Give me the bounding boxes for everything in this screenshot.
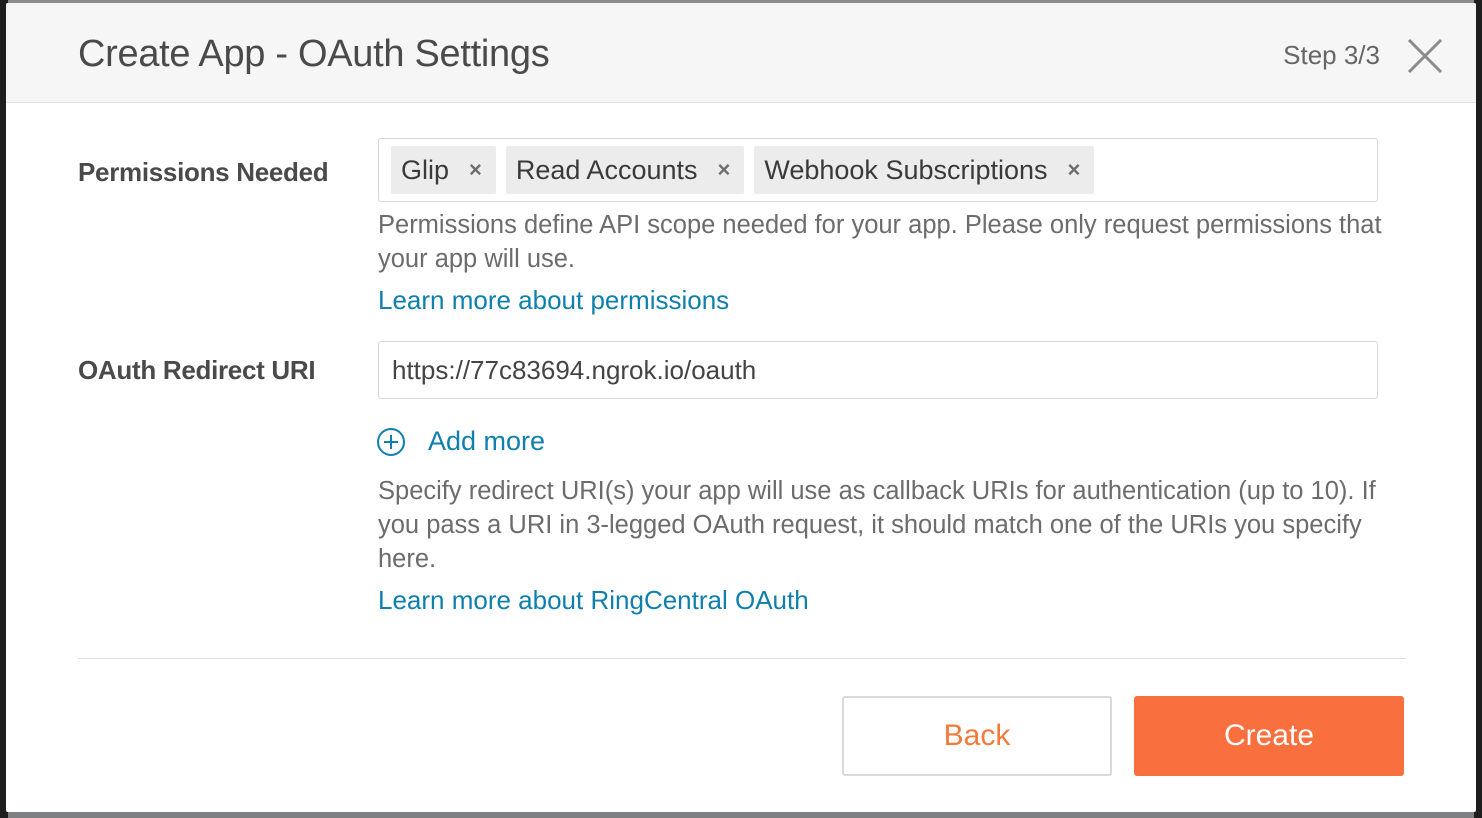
redirect-uri-help-text: Specify redirect URI(s) your app will us…	[378, 477, 1376, 573]
tag-label: Read Accounts	[515, 154, 698, 185]
add-more-button[interactable]: Add more	[376, 426, 545, 457]
plus-circle-icon	[377, 427, 405, 456]
redirect-uri-input[interactable]	[378, 341, 1378, 399]
learn-more-permissions-link[interactable]: Learn more about permissions	[378, 285, 729, 316]
permission-tag-glip: Glip ×	[391, 146, 496, 194]
remove-tag-icon[interactable]: ×	[469, 157, 482, 183]
redirect-uri-label: OAuth Redirect URI	[78, 355, 316, 385]
tag-label: Glip	[401, 154, 450, 185]
tag-label: Webhook Subscriptions	[764, 154, 1048, 185]
permission-tag-webhook-subscriptions: Webhook Subscriptions ×	[754, 146, 1095, 194]
step-indicator: Step 3/3	[1283, 40, 1380, 70]
dialog-header: Create App - OAuth Settings Step 3/3	[6, 3, 1476, 103]
permission-tag-read-accounts: Read Accounts ×	[505, 146, 745, 194]
add-more-label: Add more	[428, 426, 546, 456]
remove-tag-icon[interactable]: ×	[718, 157, 731, 183]
permissions-help-text: Permissions define API scope needed for …	[378, 211, 1382, 273]
permissions-label: Permissions Needed	[78, 157, 329, 187]
back-button[interactable]: Back	[842, 696, 1112, 776]
permissions-tag-input[interactable]: Glip × Read Accounts × Webhook Subscript…	[378, 138, 1378, 202]
close-button[interactable]	[1406, 37, 1444, 75]
remove-tag-icon[interactable]: ×	[1068, 157, 1081, 183]
create-app-dialog: Create App - OAuth Settings Step 3/3 Per…	[6, 3, 1476, 812]
footer-divider	[78, 658, 1406, 659]
dialog-title: Create App - OAuth Settings	[78, 33, 550, 75]
close-icon	[1407, 38, 1443, 74]
learn-more-oauth-link[interactable]: Learn more about RingCentral OAuth	[378, 585, 809, 616]
create-button[interactable]: Create	[1134, 696, 1404, 776]
